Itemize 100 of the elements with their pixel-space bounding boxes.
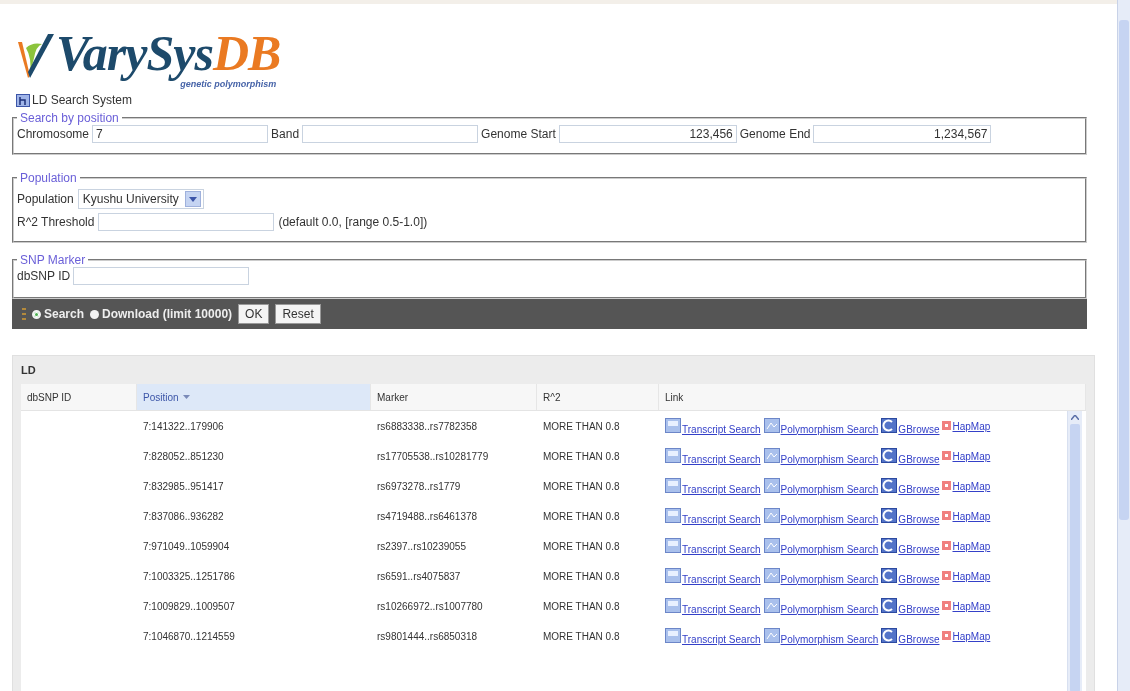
row-link[interactable]: Polymorphism Search	[763, 627, 879, 645]
population-dropdown[interactable]: Kyushu University	[77, 189, 204, 209]
chart-icon	[763, 567, 780, 583]
position-cell-text: 7:832985..951417	[142, 480, 225, 492]
row-link[interactable]: Polymorphism Search	[763, 417, 879, 435]
marker-cell-text: rs6883338..rs7782358	[376, 420, 479, 432]
column-header[interactable]: Position	[137, 384, 371, 410]
input-field[interactable]	[73, 267, 250, 285]
mode-radio[interactable]: Download (limit 10000)	[90, 307, 233, 321]
field-label: Genome End	[739, 127, 811, 141]
row-link[interactable]: HapMap	[942, 540, 991, 552]
marker-cell-text: rs6973278..rs1779	[376, 480, 462, 492]
row-link[interactable]: GBrowse	[881, 627, 940, 645]
document-icon	[665, 567, 681, 583]
r2-cell-text: MORE THAN 0.8	[542, 540, 621, 552]
row-link[interactable]: GBrowse	[881, 537, 940, 555]
circle-g-icon	[881, 627, 898, 643]
position-cell-text: 7:971049..1059904	[142, 540, 231, 552]
row-link[interactable]: HapMap	[942, 630, 991, 642]
square-icon	[942, 480, 952, 490]
square-icon	[942, 510, 952, 520]
r2-cell-text: MORE THAN 0.8	[542, 600, 621, 612]
marker-cell-text: rs9801444..rs6850318	[376, 630, 479, 642]
document-icon	[665, 417, 681, 433]
row-link[interactable]: GBrowse	[881, 567, 940, 585]
page-scrollbar[interactable]	[1117, 0, 1130, 691]
mode-radio[interactable]: Search	[32, 307, 85, 321]
chart-icon	[763, 627, 780, 643]
row-link[interactable]: Polymorphism Search	[763, 567, 879, 585]
grid-scrollbar[interactable]	[1067, 411, 1082, 691]
document-icon	[665, 537, 681, 553]
position-cell-text: 7:1003325..1251786	[142, 570, 236, 582]
sort-arrow-icon	[182, 395, 190, 399]
row-link[interactable]: GBrowse	[881, 447, 940, 465]
position-cell-text: 7:828052..851230	[142, 450, 225, 462]
document-icon	[665, 627, 681, 643]
row-link[interactable]: GBrowse	[881, 477, 940, 495]
row-link[interactable]: Transcript Search	[665, 507, 761, 525]
column-header[interactable]: Link	[659, 384, 1086, 410]
row-link[interactable]: Transcript Search	[665, 537, 761, 555]
position-cell-text: 7:1009829..1009507	[142, 600, 236, 612]
square-icon	[942, 420, 952, 430]
row-link[interactable]: Polymorphism Search	[763, 537, 879, 555]
input-field[interactable]: 123,456	[558, 125, 737, 143]
r2-cell-text: MORE THAN 0.8	[542, 450, 621, 462]
row-link[interactable]: HapMap	[942, 570, 991, 582]
square-icon	[942, 570, 952, 580]
form-button[interactable]: OK	[238, 304, 270, 324]
column-header[interactable]: Marker	[371, 384, 537, 410]
circle-g-icon	[881, 447, 898, 463]
field-label: R^2 Threshold	[17, 215, 95, 229]
field-label: Band	[271, 127, 300, 141]
row-link[interactable]: Polymorphism Search	[763, 597, 879, 615]
section-legend: SNP Marker	[17, 253, 89, 267]
row-link[interactable]: HapMap	[942, 600, 991, 612]
circle-g-icon	[881, 417, 898, 433]
input-field[interactable]	[302, 125, 479, 143]
circle-g-icon	[881, 597, 898, 613]
marker-cell-text: rs10266972..rs1007780	[376, 600, 484, 612]
row-link[interactable]: Polymorphism Search	[763, 507, 879, 525]
row-link[interactable]: Transcript Search	[665, 417, 761, 435]
row-link[interactable]: Transcript Search	[665, 627, 761, 645]
marker-cell-text: rs2397..rs10239055	[376, 540, 467, 552]
document-icon	[665, 507, 681, 523]
grip-icon	[22, 307, 26, 321]
panel-title: LD	[20, 363, 37, 378]
row-link[interactable]: GBrowse	[881, 507, 940, 525]
row-link[interactable]: HapMap	[942, 450, 991, 462]
row-link[interactable]: Transcript Search	[665, 447, 761, 465]
row-link[interactable]: GBrowse	[881, 417, 940, 435]
row-link[interactable]: Transcript Search	[665, 567, 761, 585]
marker-cell-text: rs6591..rs4075837	[376, 570, 462, 582]
row-link[interactable]: Polymorphism Search	[763, 477, 879, 495]
form-button[interactable]: Reset	[275, 304, 321, 324]
logo-tagline: genetic polymorphism	[180, 79, 277, 89]
position-cell-text: 7:141322..179906	[142, 420, 225, 432]
column-header[interactable]: R^2	[537, 384, 659, 410]
field-label: Genome Start	[481, 127, 556, 141]
chart-icon	[763, 597, 780, 613]
row-link[interactable]: Transcript Search	[665, 597, 761, 615]
input-field[interactable]: 7	[92, 125, 269, 143]
dropdown-arrow-icon	[188, 196, 197, 202]
input-field[interactable]	[98, 213, 275, 231]
row-link[interactable]: HapMap	[942, 480, 991, 492]
row-link[interactable]: HapMap	[942, 420, 991, 432]
position-cell-text: 7:837086..936282	[142, 510, 225, 522]
chart-icon	[763, 507, 780, 523]
hint-text: (default 0.0, [range 0.5-1.0])	[278, 215, 428, 229]
row-link[interactable]: Polymorphism Search	[763, 447, 879, 465]
chart-icon	[763, 447, 780, 463]
r2-cell-text: MORE THAN 0.8	[542, 480, 621, 492]
circle-g-icon	[881, 537, 898, 553]
row-link[interactable]: Transcript Search	[665, 477, 761, 495]
input-field[interactable]: 1,234,567	[813, 125, 992, 143]
chart-icon	[763, 477, 780, 493]
r2-cell-text: MORE THAN 0.8	[542, 630, 621, 642]
section-legend: Search by position	[17, 111, 122, 125]
row-link[interactable]: GBrowse	[881, 597, 940, 615]
position-cell-text: 7:1046870..1214559	[142, 630, 236, 642]
row-link[interactable]: HapMap	[942, 510, 991, 522]
